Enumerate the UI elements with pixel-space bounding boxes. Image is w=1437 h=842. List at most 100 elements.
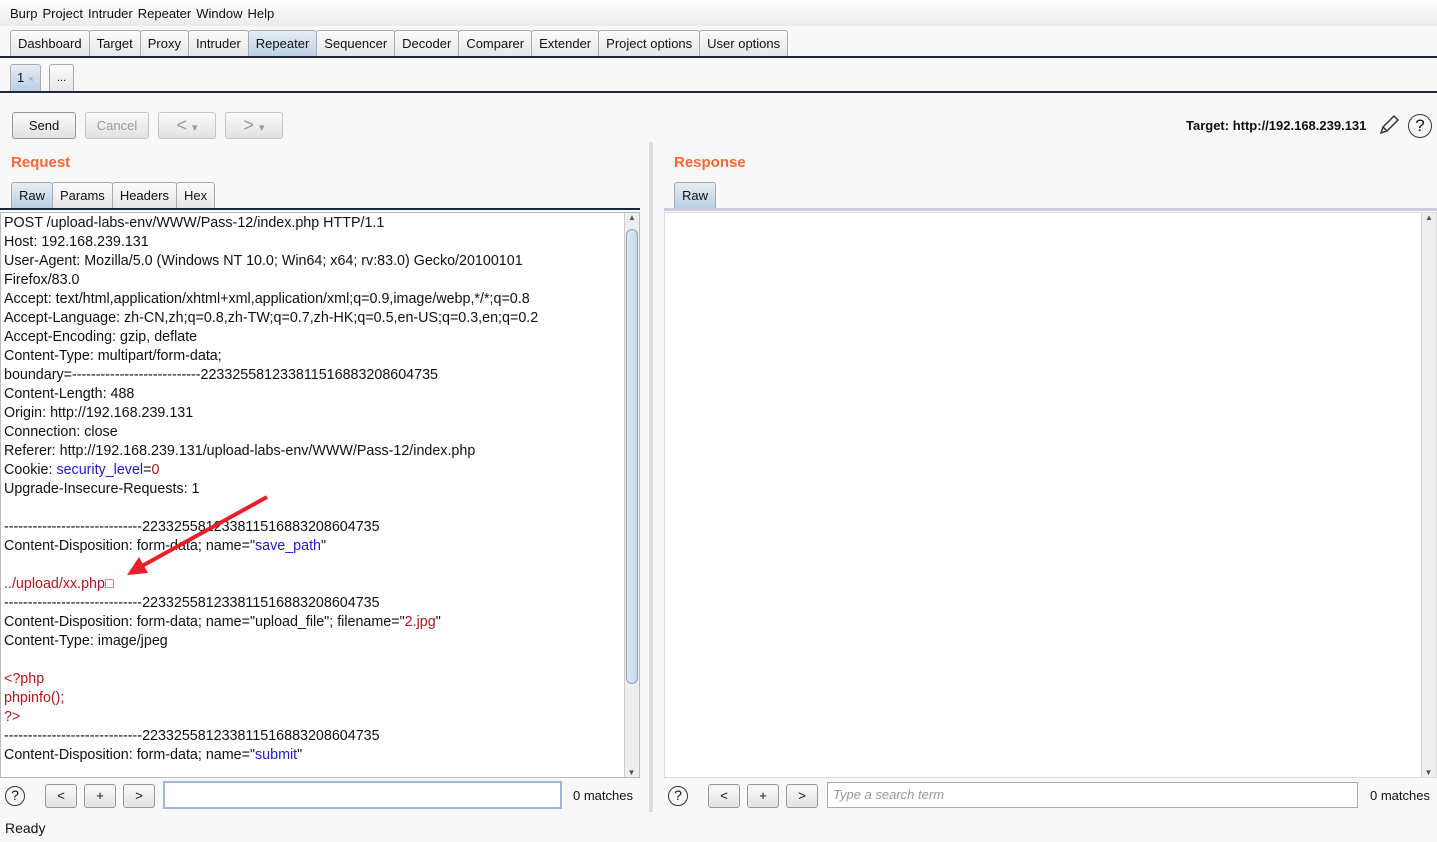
- tab-sequencer[interactable]: Sequencer: [316, 30, 396, 57]
- request-token: Origin: http://192.168.239.131: [4, 405, 194, 421]
- request-line: Host: 192.168.239.131: [1, 233, 639, 252]
- cancel-button[interactable]: Cancel: [85, 112, 149, 139]
- response-prev-match-button[interactable]: <: [708, 784, 740, 808]
- response-add-button[interactable]: +: [747, 784, 779, 808]
- request-next-match-button[interactable]: >: [123, 784, 155, 808]
- response-editor[interactable]: ▲ ▼: [664, 212, 1437, 778]
- request-token: Content-Disposition: form-data; name=": [4, 747, 256, 763]
- request-line: Connection: close: [1, 423, 639, 442]
- menu-window[interactable]: Window: [196, 6, 242, 21]
- request-match-count: 0 matches: [573, 788, 633, 803]
- request-token: Content-Length: 488: [4, 386, 135, 402]
- menu-help[interactable]: Help: [247, 6, 274, 21]
- request-token: User-Agent: Mozilla/5.0 (Windows NT 10.0…: [4, 253, 523, 269]
- tab-project-options[interactable]: Project options: [598, 30, 701, 57]
- dropdown-icon: ▾: [259, 122, 265, 134]
- request-line: Cookie: security_level=0: [1, 461, 639, 480]
- response-search-input[interactable]: Type a search term: [827, 782, 1358, 808]
- request-token: Content-Type: image/jpeg: [4, 633, 168, 649]
- edit-target-pencil-icon[interactable]: [1378, 114, 1400, 136]
- status-bar: Ready: [5, 820, 46, 836]
- scroll-down-icon[interactable]: ▼: [1422, 768, 1435, 777]
- close-tab-icon[interactable]: ×: [28, 74, 34, 85]
- forward-icon: >: [243, 115, 254, 135]
- request-token: Cookie:: [4, 462, 57, 478]
- tab-comparer[interactable]: Comparer: [458, 30, 533, 57]
- request-line: [1, 651, 639, 670]
- request-line: ?>: [1, 708, 639, 727]
- tab-label: 1: [17, 70, 25, 85]
- request-token: -----------------------------22332558123…: [4, 728, 380, 744]
- request-token: Content-Disposition: form-data; name=": [4, 538, 256, 554]
- request-tabs: Raw Params Headers Hex: [11, 182, 216, 208]
- menu-project[interactable]: Project: [42, 6, 82, 21]
- request-line: Content-Disposition: form-data; name="su…: [1, 746, 639, 765]
- request-token: boundary=---------------------------2233…: [4, 367, 438, 383]
- response-next-match-button[interactable]: >: [786, 784, 818, 808]
- tab-repeater[interactable]: Repeater: [247, 30, 318, 57]
- request-line: Content-Type: multipart/form-data;: [1, 347, 639, 366]
- tab-extender[interactable]: Extender: [531, 30, 600, 57]
- request-line: Referer: http://192.168.239.131/upload-l…: [1, 442, 639, 461]
- send-button[interactable]: Send: [12, 112, 76, 139]
- request-line: Content-Disposition: form-data; name="sa…: [1, 537, 639, 556]
- dropdown-icon: ▾: [192, 122, 198, 134]
- request-token: ": [321, 538, 327, 554]
- repeater-tab-1[interactable]: 1 ×: [10, 64, 41, 91]
- request-tab-raw[interactable]: Raw: [11, 182, 54, 208]
- request-token: security_level: [56, 462, 144, 478]
- request-tab-params[interactable]: Params: [52, 182, 113, 208]
- menu-intruder[interactable]: Intruder: [88, 6, 133, 21]
- request-token: submit: [255, 747, 298, 763]
- scroll-up-icon[interactable]: ▲: [1422, 213, 1436, 222]
- request-token: ": [435, 614, 441, 630]
- back-button[interactable]: < ▾: [158, 112, 216, 139]
- request-add-button[interactable]: +: [84, 784, 116, 808]
- request-tab-hex[interactable]: Hex: [175, 182, 216, 208]
- tab-user-options[interactable]: User options: [699, 30, 789, 57]
- divider: [0, 56, 1437, 58]
- request-scrollbar[interactable]: ▲ ▼: [624, 213, 639, 777]
- request-help-icon[interactable]: ?: [5, 786, 25, 806]
- request-line: ../upload/xx.php□: [1, 575, 639, 594]
- request-token: Accept-Language: zh-CN,zh;q=0.8,zh-TW;q=…: [4, 310, 539, 326]
- divider: [0, 208, 640, 210]
- tab-decoder[interactable]: Decoder: [394, 30, 460, 57]
- scroll-up-icon[interactable]: ▲: [625, 213, 639, 222]
- menu-repeater[interactable]: Repeater: [138, 6, 191, 21]
- split-pane-divider[interactable]: [649, 142, 653, 812]
- request-line: User-Agent: Mozilla/5.0 (Windows NT 10.0…: [1, 252, 639, 271]
- request-token: Connection: close: [4, 424, 118, 440]
- request-line: -----------------------------22332558123…: [1, 594, 639, 613]
- response-scrollbar[interactable]: ▲ ▼: [1421, 213, 1436, 777]
- request-line: [1, 499, 639, 518]
- request-line: Origin: http://192.168.239.131: [1, 404, 639, 423]
- new-tab-button[interactable]: ...: [49, 64, 75, 91]
- request-editor[interactable]: POST /upload-labs-env/WWW/Pass-12/index.…: [0, 212, 640, 778]
- scroll-down-icon[interactable]: ▼: [625, 768, 638, 777]
- menu-burp[interactable]: Burp: [10, 6, 37, 21]
- tab-target[interactable]: Target: [88, 30, 141, 57]
- request-line: POST /upload-labs-env/WWW/Pass-12/index.…: [1, 214, 639, 233]
- request-prev-match-button[interactable]: <: [45, 784, 77, 808]
- request-token: -----------------------------22332558123…: [4, 519, 380, 535]
- request-line: Content-Length: 488: [1, 385, 639, 404]
- response-tab-raw[interactable]: Raw: [674, 182, 717, 208]
- request-tab-headers[interactable]: Headers: [111, 182, 177, 208]
- forward-button[interactable]: > ▾: [225, 112, 283, 139]
- request-token: 0: [151, 462, 160, 478]
- tab-intruder[interactable]: Intruder: [187, 30, 249, 57]
- request-line: <?php: [1, 670, 639, 689]
- divider: [0, 91, 1437, 93]
- tab-dashboard[interactable]: Dashboard: [10, 30, 90, 57]
- scroll-thumb[interactable]: [626, 229, 638, 684]
- request-token: ?>: [4, 709, 21, 725]
- request-token: phpinfo();: [4, 690, 65, 706]
- response-help-icon[interactable]: ?: [668, 786, 688, 806]
- request-token: Accept-Encoding: gzip, deflate: [4, 329, 198, 345]
- tab-proxy[interactable]: Proxy: [139, 30, 189, 57]
- help-icon[interactable]: ?: [1408, 114, 1432, 138]
- request-line: Content-Disposition: form-data; name="up…: [1, 613, 639, 632]
- request-search-input[interactable]: [163, 781, 562, 809]
- request-line: Upgrade-Insecure-Requests: 1: [1, 480, 639, 499]
